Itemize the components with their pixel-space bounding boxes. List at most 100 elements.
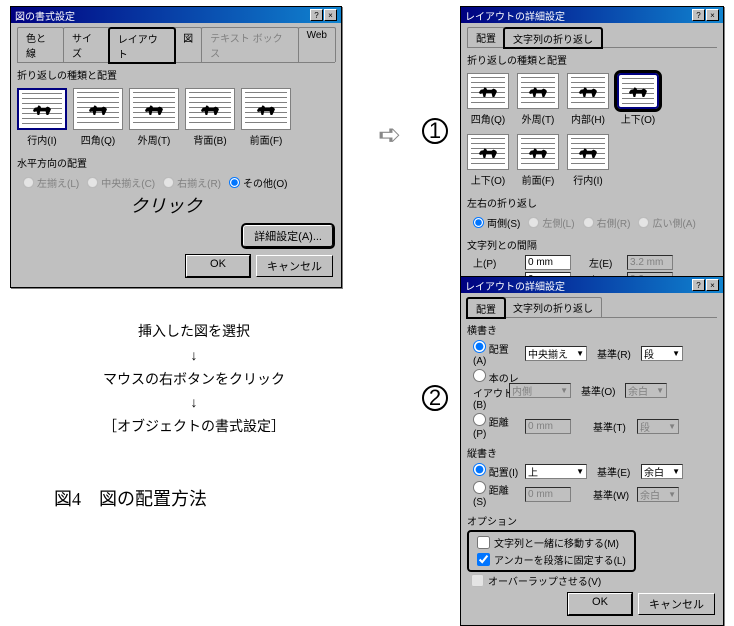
down-arrow-icon: ↓ xyxy=(44,391,344,415)
lr-wrap-label: 左右の折り返し xyxy=(467,195,717,210)
cancel-button[interactable]: キャンセル xyxy=(638,593,715,615)
instr-line1: 挿入した図を選択 xyxy=(44,320,344,344)
halign-label: 水平方向の配置 xyxy=(17,155,335,170)
h-base1-label: 基準(R) xyxy=(597,346,637,361)
step-1-marker: 1 xyxy=(422,118,448,144)
click-annotation: クリック xyxy=(130,192,202,218)
close-icon[interactable]: × xyxy=(706,9,719,21)
wrap-front[interactable]: 前面(F) xyxy=(517,134,559,187)
tab-picture[interactable]: 図 xyxy=(174,27,202,62)
wrap-inline[interactable]: 行内(I) xyxy=(17,88,67,147)
chk-move-with-text[interactable]: 文字列と一緒に移動する(M) xyxy=(473,534,630,551)
arrow-icon: ➪ xyxy=(378,118,401,151)
tab-layout[interactable]: レイアウト xyxy=(109,28,175,63)
top-label: 上(P) xyxy=(473,255,521,270)
wrap-tight[interactable]: 外周(T) xyxy=(517,73,559,126)
format-picture-dialog: 図の書式設定 ? × 色と線 サイズ レイアウト 図 テキスト ボックス Web… xyxy=(10,6,342,288)
dialog-title: レイアウトの詳細設定 xyxy=(465,278,565,293)
h-base3-combo: 段▼ xyxy=(637,419,679,434)
radio-largest: 広い側(A) xyxy=(638,215,695,230)
tab-colors[interactable]: 色と線 xyxy=(17,27,64,62)
v-dist-spinner: 0 mm xyxy=(525,487,571,502)
tab-position[interactable]: 配置 xyxy=(467,298,505,318)
v-base2-label: 基準(W) xyxy=(593,487,633,502)
wrap-front[interactable]: 前面(F) xyxy=(241,88,291,147)
h-dist-spinner: 0 mm xyxy=(525,419,571,434)
radio-left: 左揃え(L) xyxy=(23,175,79,190)
wrap-through[interactable]: 内部(H) xyxy=(567,73,609,126)
wrap-square[interactable]: 四角(Q) xyxy=(467,73,509,126)
v-base2-combo: 余白▼ xyxy=(637,487,679,502)
dialog-title: レイアウトの詳細設定 xyxy=(465,8,565,23)
halign-radios: 左揃え(L) 中央揃え(C) 右揃え(R) その他(O) xyxy=(17,172,335,193)
help-icon[interactable]: ? xyxy=(692,279,705,291)
tab-web[interactable]: Web xyxy=(298,27,336,62)
radio-right: 右揃え(R) xyxy=(163,175,221,190)
radio-both[interactable]: 両側(S) xyxy=(473,215,520,230)
dialog-title: 図の書式設定 xyxy=(15,8,75,23)
close-icon[interactable]: × xyxy=(706,279,719,291)
wrap-topbottom2[interactable]: 上下(O) xyxy=(467,134,509,187)
wrap-square[interactable]: 四角(Q) xyxy=(73,88,123,147)
wrap-options: 行内(I) 四角(Q) 外周(T) 背面(B) 前面(F) xyxy=(17,84,335,151)
wrap-group-label: 折り返しの種類と配置 xyxy=(17,67,335,82)
h-base3-label: 基準(T) xyxy=(593,419,633,434)
down-arrow-icon: ↓ xyxy=(44,344,344,368)
wrap-inline[interactable]: 行内(I) xyxy=(567,134,609,187)
close-icon[interactable]: × xyxy=(324,9,337,21)
h-align-combo[interactable]: 中央揃え▼ xyxy=(525,346,587,361)
tab-textbox: テキスト ボックス xyxy=(201,27,299,62)
titlebar: レイアウトの詳細設定 ? × xyxy=(461,277,723,293)
left-label: 左(E) xyxy=(589,255,623,270)
options-highlight-box: 文字列と一緒に移動する(M) アンカーを段落に固定する(L) xyxy=(467,530,636,572)
v-align-combo[interactable]: 上▼ xyxy=(525,464,587,479)
h-align-radio[interactable]: 配置(A) xyxy=(473,340,521,367)
chk-overlap: オーバーラップさせる(V) xyxy=(467,572,717,589)
tabs: 配置 文字列の折り返し xyxy=(467,297,717,318)
v-base1-combo[interactable]: 余白▼ xyxy=(641,464,683,479)
advanced-button[interactable]: 詳細設定(A)... xyxy=(243,225,333,247)
advanced-layout-position-dialog: レイアウトの詳細設定 ? × 配置 文字列の折り返し 横書き 配置(A) 中央揃… xyxy=(460,276,724,626)
radio-center: 中央揃え(C) xyxy=(87,175,155,190)
v-dist-radio[interactable]: 距離(S) xyxy=(473,481,521,508)
v-group-label: 縦書き xyxy=(467,445,717,460)
radio-right-only: 右側(R) xyxy=(583,215,631,230)
tabs: 配置 文字列の折り返し xyxy=(467,27,717,48)
h-group-label: 横書き xyxy=(467,322,717,337)
wrap-topbottom[interactable]: 上下(O) xyxy=(617,73,659,126)
v-align-radio[interactable]: 配置(I) xyxy=(473,463,521,479)
instr-line2: マウスの右ボタンをクリック xyxy=(44,368,344,392)
ok-button[interactable]: OK xyxy=(186,255,250,277)
cancel-button[interactable]: キャンセル xyxy=(256,255,333,277)
distance-label: 文字列との間隔 xyxy=(467,237,717,252)
help-icon[interactable]: ? xyxy=(310,9,323,21)
wrap-tight[interactable]: 外周(T) xyxy=(129,88,179,147)
opt-group-label: オプション xyxy=(467,513,717,528)
v-base1-label: 基準(E) xyxy=(597,464,637,479)
radio-other[interactable]: その他(O) xyxy=(229,175,287,190)
chk-lock-anchor[interactable]: アンカーを段落に固定する(L) xyxy=(473,551,630,568)
figure-caption: 図4 図の配置方法 xyxy=(54,485,207,511)
instruction-block: 挿入した図を選択 ↓ マウスの右ボタンをクリック ↓ ［オブジェクトの書式設定］ xyxy=(44,320,344,439)
tab-size[interactable]: サイズ xyxy=(63,27,110,62)
h-base2-combo: 余白▼ xyxy=(625,383,667,398)
titlebar: 図の書式設定 ? × xyxy=(11,7,341,23)
h-base1-combo[interactable]: 段▼ xyxy=(641,346,683,361)
h-base2-label: 基準(O) xyxy=(581,383,621,398)
top-spinner[interactable]: 0 mm xyxy=(525,255,571,270)
ok-button[interactable]: OK xyxy=(568,593,632,615)
wrap-group-label: 折り返しの種類と配置 xyxy=(467,52,717,67)
step-2-marker: 2 xyxy=(422,385,448,411)
titlebar: レイアウトの詳細設定 ? × xyxy=(461,7,723,23)
h-book-combo: 内側▼ xyxy=(509,383,571,398)
help-icon[interactable]: ? xyxy=(692,9,705,21)
tab-wrapping[interactable]: 文字列の折り返し xyxy=(504,28,602,48)
left-spinner: 3.2 mm xyxy=(627,255,673,270)
wrap-behind[interactable]: 背面(B) xyxy=(185,88,235,147)
tabs: 色と線 サイズ レイアウト 図 テキスト ボックス Web xyxy=(17,27,335,63)
tab-position[interactable]: 配置 xyxy=(467,27,505,47)
tab-wrapping[interactable]: 文字列の折り返し xyxy=(504,297,602,317)
h-dist-radio[interactable]: 距離(P) xyxy=(473,413,521,440)
radio-left-only: 左側(L) xyxy=(528,215,574,230)
instr-line3: ［オブジェクトの書式設定］ xyxy=(44,415,344,439)
